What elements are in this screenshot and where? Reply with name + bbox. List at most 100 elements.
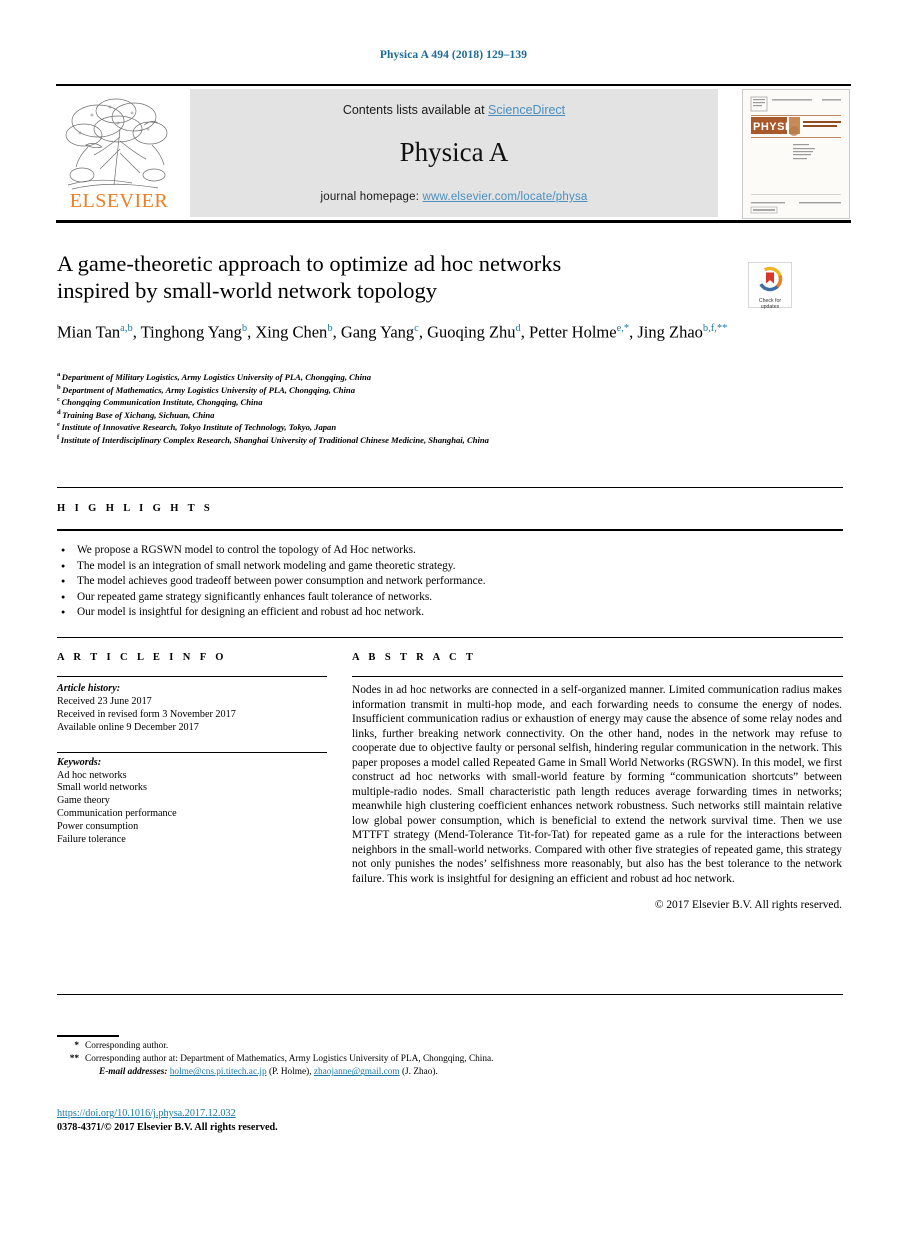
affiliation-marker: e: [57, 421, 60, 429]
contents-prefix: Contents lists available at: [342, 103, 489, 117]
email-label: E-mail addresses:: [99, 1067, 168, 1078]
author-name: Tinghong Yang: [140, 322, 242, 342]
email-link-zhao[interactable]: zhaojanne@gmail.com: [314, 1067, 400, 1077]
footnote-doublestar-text: Corresponding author at: Department of M…: [85, 1054, 494, 1065]
keywords-label: Keywords:: [57, 756, 102, 768]
author-affiliation-marker: d: [515, 323, 521, 334]
keyword-item: Power consumption: [57, 821, 139, 833]
article-history-items: Received 23 June 2017 Received in revised…: [57, 696, 327, 735]
abstract-copyright: © 2017 Elsevier B.V. All rights reserved…: [654, 899, 842, 911]
article-history-group: Article history: Received 23 June 2017 Re…: [57, 683, 327, 735]
sciencedirect-link[interactable]: ScienceDirect: [488, 103, 565, 117]
keyword-item: Communication performance: [57, 808, 177, 820]
page-footer: https://doi.org/10.1016/j.physa.2017.12.…: [57, 1107, 557, 1135]
highlight-item: Our repeated game strategy significantly…: [60, 590, 760, 606]
abstract-heading: A B S T R A C T: [352, 652, 477, 663]
author-affiliation-marker: a,b: [120, 323, 133, 334]
affiliation-item: c Chongqing Communication Institute, Chon…: [57, 395, 757, 408]
affiliation-text: Institute of Interdisciplinary Complex R…: [60, 434, 489, 445]
highlights-under-rule: [57, 529, 843, 531]
author-name: Petter Holme: [529, 322, 617, 342]
author-affiliation-marker: c: [414, 323, 419, 334]
author-name: Mian Tan: [57, 322, 121, 342]
article-info-column: Article history: Received 23 June 2017 Re…: [57, 683, 327, 847]
info-col-rule: [57, 676, 327, 677]
keyword-item: Game theory: [57, 795, 110, 807]
masthead-center-panel: Contents lists available at ScienceDirec…: [190, 89, 718, 217]
article-history-item: Received 23 June 2017: [57, 695, 152, 707]
email-owner-zhao: (J. Zhao).: [399, 1067, 438, 1078]
author-name: Xing Chen: [255, 322, 328, 342]
keywords-rule: [57, 751, 327, 753]
highlights-items: We propose a RGSWN model to control the …: [60, 543, 760, 621]
affiliation-marker: f: [57, 433, 60, 441]
title-line-2: inspired by small-world network topology: [57, 278, 437, 303]
journal-cover-image: PHYSICA: [743, 90, 849, 218]
masthead-top-rule: [56, 84, 851, 86]
crossmark-label: Check for updates: [749, 298, 791, 310]
doi-link[interactable]: https://doi.org/10.1016/j.physa.2017.12.…: [57, 1108, 236, 1119]
journal-masthead: ELSEVIER Contents lists available at Sci…: [56, 84, 851, 225]
affiliation-item: d Training Base of Xichang, Sichuan, Chin…: [57, 408, 757, 421]
footnote-doublestar-mark: **: [69, 1054, 79, 1065]
author-affiliation-marker: b: [327, 323, 333, 334]
email-link-holme[interactable]: holme@cns.pi.titech.ac.jp: [170, 1067, 267, 1077]
masthead-bottom-rule: [56, 220, 851, 223]
affiliation-text: Training Base of Xichang, Sichuan, China: [62, 409, 215, 420]
highlight-item: Our model is insightful for designing an…: [60, 605, 760, 621]
author-name: Guoqing Zhu: [427, 322, 516, 342]
running-head: Physica A 494 (2018) 129–139: [379, 49, 528, 61]
affiliation-item: a Department of Military Logistics, Army …: [57, 370, 757, 383]
affiliation-marker: d: [57, 408, 61, 416]
journal-cover-thumbnail: PHYSICA: [742, 89, 850, 219]
affiliation-marker: a: [57, 371, 61, 378]
article-info-heading: A R T I C L E I N F O: [57, 652, 227, 663]
crossmark-label-line2: updates: [760, 304, 780, 310]
email-owner-holme: (P. Holme),: [266, 1067, 314, 1078]
footnote-double-star: ** Corresponding author at: Department o…: [57, 1053, 757, 1066]
affiliation-text: Department of Mathematics, Army Logistic…: [62, 384, 356, 395]
abstract-column: Nodes in ad hoc networks are connected i…: [352, 683, 842, 913]
article-history-item: Received in revised form 3 November 2017: [57, 708, 236, 720]
highlights-heading: H I G H L I G H T S: [57, 503, 214, 514]
elsevier-wordmark: ELSEVIER: [69, 190, 169, 212]
keyword-item: Small world networks: [57, 782, 147, 794]
footnote-star-mark: *: [74, 1041, 79, 1051]
keywords-group: Keywords: Ad hoc networks Small world net…: [57, 751, 327, 847]
author-name: Jing Zhao: [637, 322, 703, 342]
title-line-1: A game-theoretic approach to optimize ad…: [57, 251, 562, 276]
affiliation-marker: c: [57, 396, 60, 404]
highlights-top-rule: [57, 487, 843, 488]
article-history-label: Article history:: [57, 683, 121, 694]
footnote-single-star: * Corresponding author.: [57, 1040, 757, 1053]
article-page: Physica A 494 (2018) 129–139 ELSEVIER Co…: [0, 0, 907, 1238]
abstract-col-rule: [352, 676, 843, 677]
crossmark-icon: [757, 266, 783, 292]
keywords-items: Ad hoc networks Small world networks Game …: [57, 770, 327, 847]
affiliation-text: Chongqing Communication Institute, Chong…: [61, 396, 263, 407]
issn-copyright-line: 0378-4371/© 2017 Elsevier B.V. All right…: [57, 1122, 278, 1133]
author-name: Gang Yang: [340, 322, 415, 342]
affiliation-text: Institute of Innovative Research, Tokyo …: [61, 422, 337, 433]
affiliation-list: a Department of Military Logistics, Army …: [57, 370, 757, 445]
crossmark-badge[interactable]: Check for updates: [748, 262, 792, 310]
affiliation-text: Department of Military Logistics, Army L…: [61, 371, 372, 382]
homepage-prefix: journal homepage:: [320, 191, 423, 203]
keyword-item: Failure tolerance: [57, 834, 126, 846]
footnotes: * Corresponding author. ** Corresponding…: [57, 1040, 757, 1080]
footnote-emails: E-mail addresses: holme@cns.pi.titech.ac…: [57, 1066, 757, 1079]
keyword-item: Ad hoc networks: [57, 769, 127, 781]
footnote-rule: [57, 1035, 119, 1037]
highlight-item: The model achieves good tradeoff between…: [60, 574, 760, 590]
affiliation-marker: b: [57, 383, 61, 391]
journal-title: Physica A: [399, 137, 509, 167]
journal-homepage-link[interactable]: www.elsevier.com/locate/physa: [423, 191, 588, 203]
affiliation-item: b Department of Mathematics, Army Logisti…: [57, 383, 757, 396]
article-history-item: Available online 9 December 2017: [57, 721, 199, 733]
highlight-item: We propose a RGSWN model to control the …: [60, 543, 760, 559]
highlight-item: The model is an integration of small net…: [60, 559, 760, 575]
info-top-rule: [57, 637, 843, 638]
abstract-bottom-rule: [57, 994, 843, 995]
author-affiliation-marker: e,*: [616, 323, 630, 334]
page-title: A game-theoretic approach to optimize ad…: [57, 250, 717, 304]
